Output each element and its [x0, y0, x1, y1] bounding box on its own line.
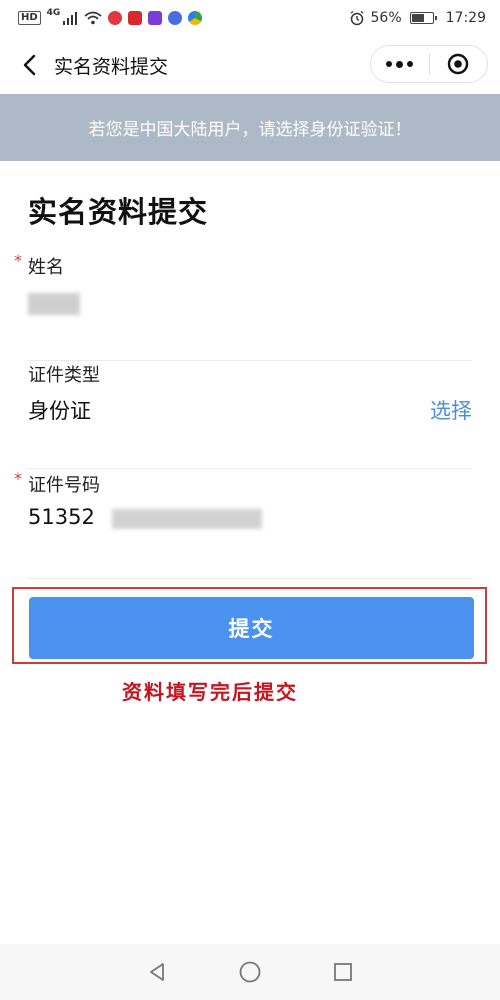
- system-back-button[interactable]: [137, 952, 177, 992]
- submit-button[interactable]: 提交: [29, 597, 474, 659]
- nav-title: 实名资料提交: [54, 55, 169, 78]
- miniprogram-capsule: [370, 45, 488, 83]
- news-app-icon: [128, 11, 143, 25]
- more-button[interactable]: [371, 46, 429, 82]
- video-app-icon: [148, 11, 163, 25]
- id-number-label: 证件号码: [28, 475, 100, 496]
- system-navigation-bar: [0, 944, 500, 1000]
- battery-icon: [409, 12, 437, 24]
- more-dot-right: [407, 61, 414, 67]
- required-mark: *: [14, 251, 22, 270]
- battery-percent: 56%: [370, 10, 402, 26]
- name-value-redacted: [28, 293, 80, 315]
- more-dot-center: [396, 60, 404, 68]
- id-type-label: 证件类型: [28, 365, 100, 386]
- signal-icon: [63, 12, 78, 25]
- square-recents-icon: [334, 963, 353, 981]
- hd-badge: HD: [18, 11, 41, 25]
- system-home-button[interactable]: [230, 952, 270, 992]
- page-title: 实名资料提交: [28, 195, 209, 229]
- id-number-value: 51352: [28, 505, 95, 529]
- notice-banner: 若您是中国大陆用户，请选择身份证验证！: [0, 94, 500, 161]
- navigation-bar: 实名资料提交: [0, 36, 500, 94]
- status-bar-left: HD 4G: [18, 8, 203, 25]
- notice-text: 若您是中国大陆用户，请选择身份证验证！: [88, 120, 412, 140]
- id-type-field: 证件类型 身份证 选择: [28, 361, 472, 469]
- wifi-icon: [84, 11, 102, 25]
- chevron-left-icon: [23, 54, 36, 76]
- status-bar-right: 56% 17:29: [349, 10, 486, 26]
- target-circle-icon: [448, 53, 469, 75]
- more-dots-icon: [386, 61, 393, 67]
- id-number-field[interactable]: * 证件号码 51352: [14, 469, 472, 579]
- network-type: 4G: [46, 8, 61, 18]
- id-number-redacted: [112, 509, 262, 529]
- status-bar: HD 4G 56% 17:29: [0, 0, 500, 36]
- submit-highlight-box: 提交: [12, 587, 487, 664]
- form-content: 实名资料提交 * 姓名 证件类型 身份证 选择 * 证件号码 51352 提交 …: [0, 161, 500, 944]
- triangle-back-icon: [149, 963, 164, 981]
- clock-time: 17:29: [445, 10, 486, 26]
- name-label: 姓名: [28, 257, 64, 278]
- browser-app-icon: [188, 11, 203, 25]
- annotation-text: 资料填写完后提交: [122, 680, 298, 704]
- name-field[interactable]: * 姓名: [14, 251, 472, 361]
- circle-home-icon: [239, 961, 261, 983]
- required-mark: *: [14, 469, 22, 488]
- close-miniprogram-button[interactable]: [429, 46, 487, 82]
- alarm-clock-icon: [350, 10, 363, 26]
- select-id-type-link[interactable]: 选择: [430, 395, 472, 425]
- music-app-icon: [168, 11, 183, 25]
- back-button[interactable]: [4, 36, 54, 94]
- weibo-app-icon: [108, 11, 123, 25]
- system-recents-button[interactable]: [323, 952, 363, 992]
- id-type-value: 身份证: [28, 399, 91, 423]
